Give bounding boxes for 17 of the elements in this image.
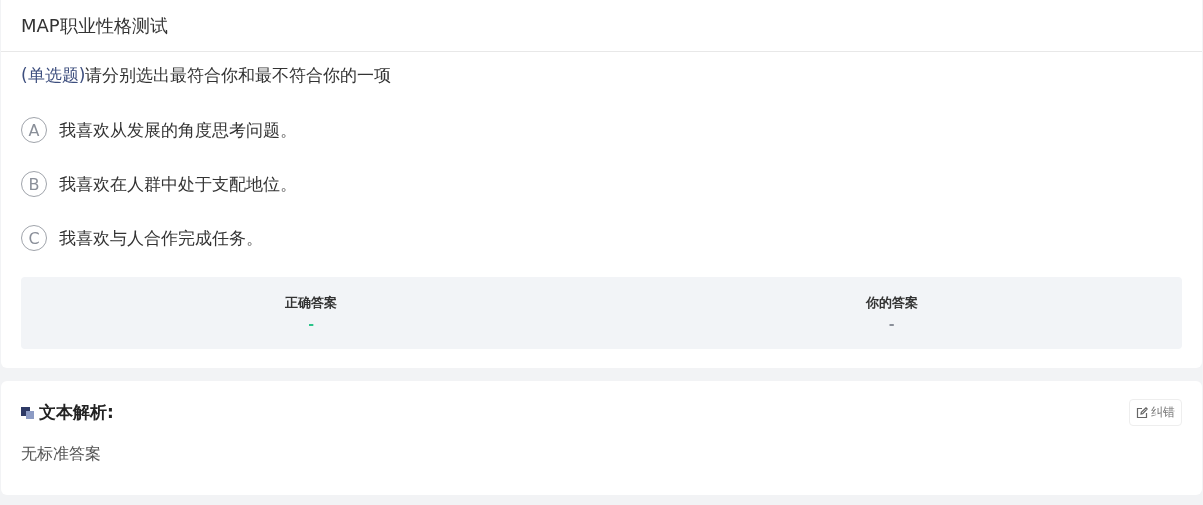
question-text: (单选题)请分别选出最符合你和最不符合你的一项 (21, 64, 393, 87)
answer-value: - (308, 316, 315, 332)
answer-label: 你的答案 (865, 294, 918, 312)
answer-value: - (888, 316, 895, 332)
analysis-title: 文本解析: (39, 401, 114, 424)
option-text[interactable]: 我喜欢与人合作完成任务。 (59, 226, 263, 250)
analysis-text: 无标准答案 (21, 444, 102, 465)
option-letter[interactable]: B (21, 171, 47, 197)
squares-icon (21, 405, 35, 420)
option-text[interactable]: 我喜欢在人群中处于支配地位。 (59, 172, 297, 196)
option-text[interactable]: 我喜欢从发展的角度思考问题。 (59, 118, 297, 142)
report-error-button[interactable]: 纠错 (1129, 399, 1182, 426)
option-letter[interactable]: A (21, 117, 47, 143)
option-letter[interactable]: C (21, 225, 47, 251)
page-title: MAP职业性格测试 (21, 13, 168, 38)
edit-icon (1136, 406, 1148, 419)
answer-label: 正确答案 (285, 294, 338, 312)
